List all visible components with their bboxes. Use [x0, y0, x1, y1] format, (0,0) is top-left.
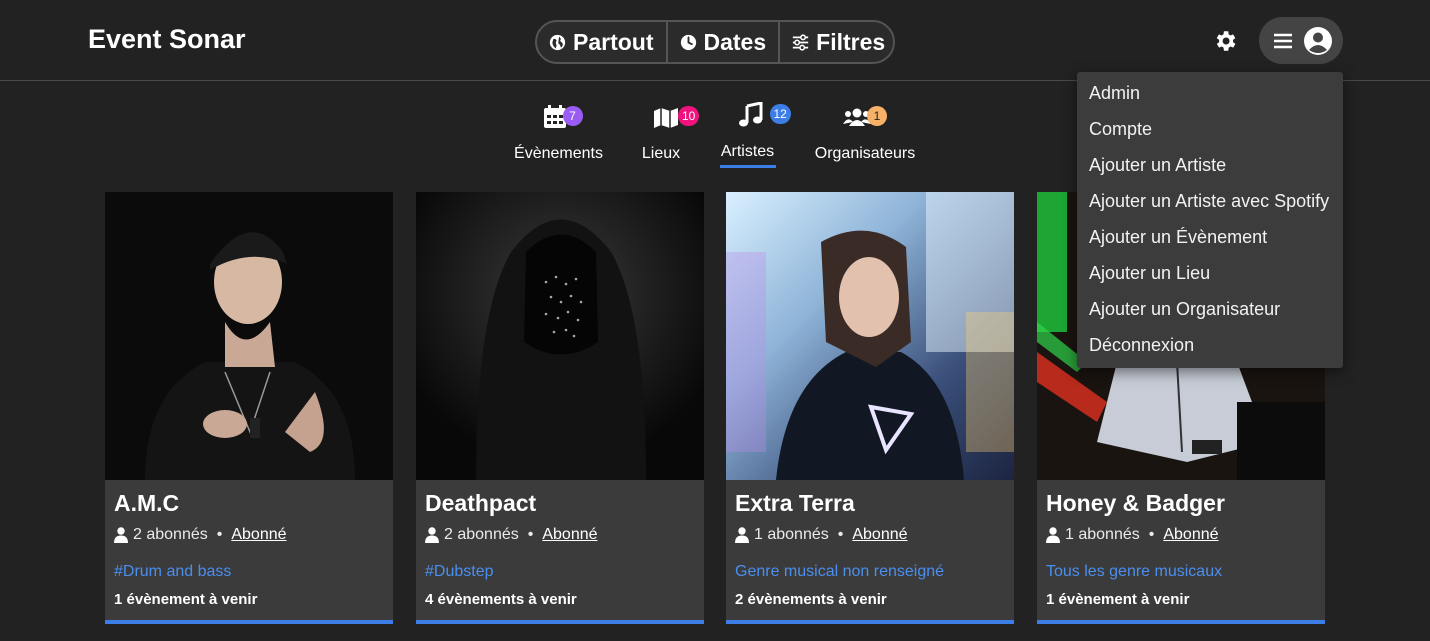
menu-item-add-organizer[interactable]: Ajouter un Organisateur [1077, 298, 1343, 334]
genre-tag[interactable]: #Drum and bass [114, 563, 231, 581]
tab-icon-wrap: 12 [728, 96, 791, 136]
tab-organizers-label: Organisateurs [814, 145, 916, 162]
hamburger-icon [1274, 33, 1292, 48]
tab-icon-wrap: 7 [539, 96, 583, 136]
user-dropdown-menu: Admin Compte Ajouter un Artiste Ajouter … [1077, 72, 1343, 368]
brand-logo[interactable]: Event Sonar [88, 24, 246, 55]
music-icon [738, 102, 762, 127]
separator-dot: • [216, 526, 223, 543]
upcoming-events-count: 4 évènements à venir [425, 591, 577, 608]
artist-name: Honey & Badger [1046, 490, 1225, 516]
tab-events[interactable]: 7 Évènements [514, 96, 603, 163]
menu-item-add-event[interactable]: Ajouter un Évènement [1077, 226, 1343, 262]
settings-gear-icon[interactable] [1212, 28, 1238, 54]
artist-photo [726, 192, 1014, 480]
menu-item-add-artist[interactable]: Ajouter un Artiste [1077, 154, 1343, 190]
globe-icon [549, 34, 566, 50]
artist-photo [416, 192, 704, 480]
upcoming-events-count: 1 évènement à venir [114, 591, 258, 608]
subscriber-row: 1 abonnés • Abonné [1046, 526, 1219, 544]
upcoming-events-count: 1 évènement à venir [1046, 591, 1190, 608]
user-icon [114, 527, 128, 543]
separator-dot: • [1148, 526, 1155, 543]
subscriber-row: 2 abonnés • Abonné [425, 526, 598, 544]
genre-tag[interactable]: Tous les genre musicaux [1046, 563, 1222, 581]
subscribe-link[interactable]: Abonné [542, 526, 597, 544]
tab-artists-label: Artistes [720, 143, 775, 160]
artists-count-badge: 12 [769, 104, 791, 124]
menu-item-admin[interactable]: Admin [1077, 82, 1343, 118]
location-filter-label: Partout [573, 28, 654, 55]
menu-item-add-artist-spotify[interactable]: Ajouter un Artiste avec Spotify [1077, 190, 1343, 226]
venues-count-badge: 10 [678, 106, 700, 126]
menu-item-add-venue[interactable]: Ajouter un Lieu [1077, 262, 1343, 298]
user-menu-toggle[interactable] [1259, 17, 1343, 64]
filters-button[interactable]: Filtres [778, 22, 893, 62]
artist-card[interactable]: Extra Terra 1 abonnés • Abonné Genre mus… [726, 192, 1014, 624]
subscriber-row: 2 abonnés • Abonné [114, 526, 287, 544]
artist-card[interactable]: Deathpact 2 abonnés • Abonné #Dubstep 4 … [416, 192, 704, 624]
tab-icon-wrap: 1 [843, 96, 887, 136]
artist-card[interactable]: A.M.C 2 abonnés • Abonné #Drum and bass … [105, 192, 393, 624]
artist-name: A.M.C [114, 490, 180, 516]
upcoming-events-count: 2 évènements à venir [735, 591, 887, 608]
genre-tag[interactable]: #Dubstep [425, 563, 494, 581]
tab-venues[interactable]: 10 Lieux [636, 96, 700, 163]
dates-filter-button[interactable]: Dates [665, 22, 779, 62]
subscriber-count: 1 abonnés [1065, 526, 1140, 543]
subscribe-link[interactable]: Abonné [852, 526, 907, 544]
search-bar: Partout Dates Filtres [535, 20, 895, 64]
genre-tag[interactable]: Genre musical non renseigné [735, 563, 944, 581]
tab-organizers[interactable]: 1 Organisateurs [815, 96, 915, 163]
artist-name: Deathpact [425, 490, 537, 516]
subscriber-row: 1 abonnés • Abonné [735, 526, 908, 544]
tab-venues-label: Lieux [641, 145, 681, 162]
separator-dot: • [837, 526, 844, 543]
menu-item-logout[interactable]: Déconnexion [1077, 334, 1343, 370]
tab-icon-wrap: 10 [641, 96, 700, 136]
separator-dot: • [527, 526, 534, 543]
menu-item-account[interactable]: Compte [1077, 118, 1343, 154]
active-tab-indicator [719, 165, 776, 168]
artist-name: Extra Terra [735, 490, 855, 516]
clock-icon [680, 34, 696, 50]
user-icon [735, 527, 749, 543]
top-navbar: Event Sonar Partout Dates Filtres [0, 0, 1430, 81]
filters-label: Filtres [816, 28, 886, 55]
events-count-badge: 7 [562, 106, 583, 126]
subscribe-link[interactable]: Abonné [231, 526, 286, 544]
tab-events-label: Évènements [514, 145, 603, 162]
subscriber-count: 2 abonnés [133, 526, 208, 543]
artist-photo [105, 192, 393, 480]
subscriber-count: 2 abonnés [444, 526, 519, 543]
location-filter-button[interactable]: Partout [537, 22, 666, 62]
user-icon [1046, 527, 1060, 543]
organizers-count-badge: 1 [867, 106, 887, 126]
sliders-icon [793, 33, 809, 51]
subscriber-count: 1 abonnés [754, 526, 829, 543]
tab-artists[interactable]: 12 Artistes [719, 96, 791, 168]
user-icon [425, 527, 439, 543]
subscribe-link[interactable]: Abonné [1163, 526, 1218, 544]
map-icon [654, 108, 678, 128]
dates-filter-label: Dates [703, 28, 767, 55]
user-avatar-icon [1304, 26, 1332, 55]
